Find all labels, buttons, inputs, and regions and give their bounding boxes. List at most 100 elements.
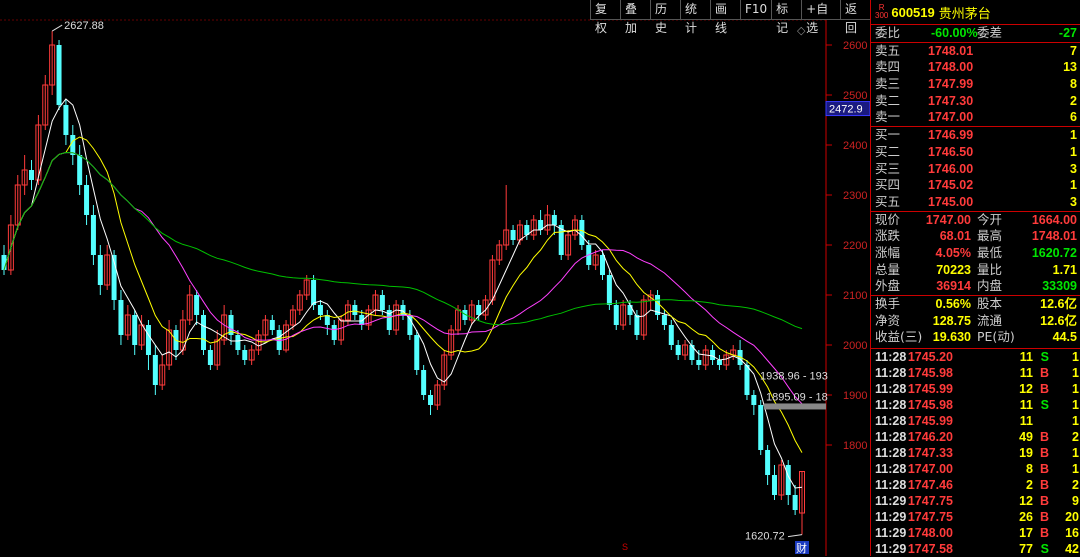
stat-value: 19.630 <box>932 330 971 345</box>
quote-value: 4.05% <box>935 245 971 260</box>
ask-row: 卖四 1748.00 13 <box>871 59 1080 76</box>
stat-value2: 12.6亿 <box>1040 297 1077 311</box>
candle-body <box>510 230 516 240</box>
trade-vol: 11 <box>1019 366 1033 381</box>
quote-label2: 最高 <box>977 228 1003 244</box>
trade-row: 11:28 1745.98 11 B 1 <box>871 365 1080 381</box>
trade-time: 11:28 <box>875 414 907 429</box>
high-label: 2627.88 <box>64 20 104 32</box>
trade-time: 11:29 <box>875 526 907 541</box>
stat-row: 净资 128.75 流通 12.6亿 <box>871 313 1080 330</box>
ask-vol: 6 <box>1070 110 1077 125</box>
candle-body <box>1 255 7 270</box>
trade-extra: 20 <box>1065 510 1079 525</box>
toolbar-btn-8[interactable]: 返回 <box>839 0 870 35</box>
trade-side: B <box>1039 430 1049 445</box>
toolbar-btn-5[interactable]: F10 <box>740 0 772 20</box>
level2-label: 1895.09 - 18 <box>766 391 828 403</box>
trade-time: 11:29 <box>875 510 907 525</box>
ask-vol: 7 <box>1070 43 1077 58</box>
stat-value2: 12.6亿 <box>1040 313 1077 328</box>
toolbar-btn-3[interactable]: 统计 <box>680 0 710 35</box>
toolbar-btn-1[interactable]: 叠加 <box>620 0 650 35</box>
trade-vol: 11 <box>1019 350 1033 365</box>
trade-time: 11:28 <box>875 366 907 381</box>
quote-label2: 今开 <box>977 211 1003 227</box>
candle-body <box>627 305 633 315</box>
kline-chart[interactable]: 1800 1900 2000 2100 2200 2300 2400 2500 2600 2472… <box>0 0 870 556</box>
trade-row: 11:28 1745.20 11 S 1 <box>871 349 1080 365</box>
stock-name: 贵州茅台 <box>938 6 991 22</box>
trade-extra: 1 <box>1072 446 1079 461</box>
trade-row: 11:28 1747.33 19 B 1 <box>871 445 1080 461</box>
weibi-value: -60.00% <box>931 26 978 40</box>
quote-row: 外盘 36914 内盘 33309 <box>871 278 1080 295</box>
quote-label: 总量 <box>875 261 901 277</box>
trade-time: 11:28 <box>875 398 907 413</box>
weibi-row: 委比 -60.00% 委差 -27 <box>871 25 1080 42</box>
price-chart-svg[interactable]: 1800 1900 2000 2100 2200 2300 2400 2500 2600 2472… <box>0 0 870 556</box>
trade-extra: 1 <box>1072 350 1079 365</box>
axis-tick-label: 2100 <box>843 290 867 302</box>
trade-row: 11:28 1745.99 11 1 <box>871 413 1080 429</box>
candle-body <box>379 295 385 310</box>
candle-body <box>634 315 640 335</box>
trade-price: 1745.99 <box>907 382 953 397</box>
trade-vol: 26 <box>1019 510 1033 525</box>
axis-tick-label: 1800 <box>843 440 867 452</box>
quote-value: 70223 <box>936 262 971 277</box>
candle-body <box>579 220 585 245</box>
ma10-line <box>3 136 803 453</box>
market-badge: R 300 <box>875 3 889 20</box>
bid-row: 买三 1746.00 3 <box>871 161 1080 178</box>
candle-body <box>771 475 777 495</box>
axis-current-label: 2472.9 <box>829 104 863 116</box>
trade-row: 11:28 1745.99 12 B 1 <box>871 381 1080 397</box>
toolbar-btn-4[interactable]: 画线 <box>710 0 740 35</box>
quote-panel: R 300 600519 贵州茅台 委比 -60.00% 委差 -27 卖五 1748.01… <box>870 0 1080 556</box>
ask-label: 卖二 <box>875 92 901 108</box>
ask-vol: 2 <box>1070 93 1077 108</box>
bid-vol: 1 <box>1070 128 1077 143</box>
quote-label2: 量比 <box>977 261 1003 277</box>
trade-price: 1747.33 <box>907 446 953 461</box>
level-bar <box>764 403 826 410</box>
stock-code: 600519 <box>891 4 935 20</box>
trade-side: B <box>1039 462 1049 477</box>
bid-vol: 3 <box>1070 194 1077 209</box>
bid-row: 买四 1745.02 1 <box>871 177 1080 194</box>
trade-extra: 1 <box>1072 462 1079 477</box>
candle-body <box>668 325 674 345</box>
ask-vol: 13 <box>1063 60 1077 75</box>
candle-body <box>311 280 317 305</box>
candle-body <box>716 360 722 365</box>
toolbar-btn-0[interactable]: 复权 <box>590 0 620 35</box>
toolbar-btn-6[interactable]: 标记 <box>771 0 802 35</box>
trade-time: 11:28 <box>875 446 907 461</box>
trade-time: 11:28 <box>875 462 907 477</box>
quote-label: 涨幅 <box>875 244 901 260</box>
low-pointer <box>787 534 803 538</box>
trade-vol: 11 <box>1019 414 1033 429</box>
ask-price: 1747.30 <box>928 93 974 108</box>
axis-tick-label: 2000 <box>843 340 867 352</box>
weibi-label: 委比 <box>875 25 901 40</box>
toolbar-btn-2[interactable]: 历史 <box>650 0 680 35</box>
trade-row: 11:29 1748.00 17 B 16 <box>871 525 1080 541</box>
quote-label: 现价 <box>875 211 901 227</box>
diamond-icon: ◇ <box>797 25 806 37</box>
ask-price: 1747.00 <box>928 110 974 125</box>
trade-extra: 2 <box>1072 430 1079 445</box>
trade-extra: 9 <box>1072 494 1079 509</box>
candle-body <box>407 315 413 335</box>
candle-body <box>242 350 248 360</box>
s-marker: S <box>622 542 628 552</box>
ask-label: 卖一 <box>875 109 901 125</box>
trade-price: 1745.98 <box>907 398 953 413</box>
candle-body <box>428 395 434 405</box>
toolbar-btn-7[interactable]: +自选 <box>801 0 840 35</box>
axis-tick-label: 2300 <box>843 190 867 202</box>
trade-price: 1747.75 <box>907 494 953 509</box>
high-pointer <box>51 24 63 32</box>
quote-value2: 33309 <box>1042 279 1077 294</box>
